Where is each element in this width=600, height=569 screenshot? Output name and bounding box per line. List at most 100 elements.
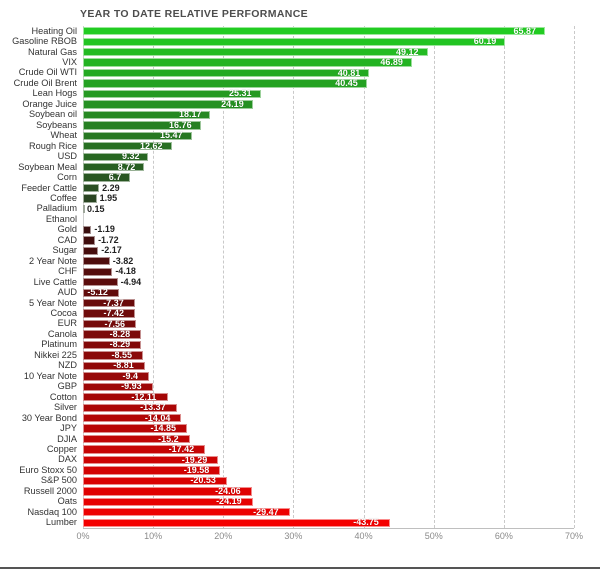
bar [83,68,370,78]
bar-value-label: 18.17 [178,109,202,120]
category-label: Gasoline RBOB [12,36,77,47]
category-label: JPY [60,423,77,434]
bar-value-label: -9.4 [122,370,139,381]
category-label: Canola [47,328,77,339]
bar-value-label: 49.12 [396,46,419,57]
bar-value-label: -7.56 [104,318,126,329]
bar-value-label: 12.62 [140,140,163,151]
bar-value-label: -29.47 [253,506,279,517]
bar [83,194,97,203]
category-label: Orange Juice [22,98,77,109]
category-label: Soybeans [36,119,77,130]
category-label: CHF [58,266,77,277]
category-label: Gold [57,224,77,235]
category-axis: Heating Oil Gasoline RBOB Natural Gas VIX Cr… [0,26,81,528]
category-label: Feeder Cattle [21,182,77,193]
plot-area: 65.87 60.19 49.12 46.89 40.81 40.45 25.31 24.19… [83,26,575,528]
category-label: Silver [54,402,77,413]
bar [83,79,367,88]
x-axis-line [83,528,574,529]
bar [83,27,546,36]
plot-wrapper: Heating Oil Gasoline RBOB Natural Gas VIX Cr… [0,26,600,528]
category-label: Nasdaq 100 [27,506,77,517]
bar-value-label: -5.12 [87,287,108,298]
gridline-30 [293,26,295,528]
bar [83,518,390,527]
category-label: Sugar [52,245,77,256]
bar-value-label: -24.06 [215,485,241,496]
chart-title: YEAR TO DATE RELATIVE PERFORMANCE [80,8,308,20]
bar [83,257,110,266]
category-label: Natural Gas [27,46,77,57]
category-label: GBP [57,381,77,392]
x-tick-label: 30% [284,531,303,541]
bar-value-label: 15.47 [160,130,183,141]
category-label: Lumber [45,517,77,528]
category-label: Ethanol [45,213,77,224]
bar-value-label: 60.19 [473,36,497,47]
bar-value-label: -12.11 [131,391,157,402]
category-label: Soybean oil [28,109,77,120]
bar-value-label: 25.31 [229,88,252,99]
bar-value-label: -14.04 [144,412,171,423]
bar-value-label: 9.32 [121,151,140,162]
bar-value-label: -19.58 [183,464,210,475]
category-label: Platinum [41,339,77,350]
gridline-50 [433,26,435,528]
bar [83,173,130,182]
bar [83,382,153,391]
category-label: Lean Hogs [32,88,77,99]
gridline-70 [574,26,575,528]
category-label: 10 Year Note [23,370,77,381]
bar-value-label: 24.19 [221,98,244,109]
bar-value-label: -7.37 [103,297,124,308]
bar-value-label: -8.28 [109,329,131,340]
category-label: Rough Rice [28,140,77,151]
gridline-60 [503,26,505,528]
bar-value-label: 40.45 [335,78,358,89]
bar-value-label: -4.94 [120,276,142,287]
bar [83,183,100,193]
x-tick-label: 10% [144,531,163,541]
bar-value-label: -8.29 [109,339,131,350]
category-label: Live Cattle [33,276,77,287]
bar-value-label: -2.17 [101,245,122,256]
bar-value-label: -4.18 [115,266,136,277]
bar-value-label: -1.19 [94,224,115,235]
bar-value-label: -9.93 [121,381,142,392]
bar [83,278,118,287]
category-label: NZD [58,360,77,371]
bar [83,58,412,67]
category-label: Cotton [49,391,77,402]
category-label: Cocoa [50,308,77,318]
category-label: USD [57,151,77,162]
category-label: Russell 2000 [23,485,77,496]
category-label: EUR [57,318,77,329]
category-label: Palladium [36,203,77,214]
category-label: DAX [58,454,77,465]
category-label: 30 Year Bond [21,412,77,423]
category-label: Oats [57,496,77,507]
bar-value-label: -19.29 [181,454,208,465]
category-label: VIX [62,57,77,67]
bar-value-label: 2.29 [102,182,120,193]
bar-value-label: -1.72 [98,234,119,245]
category-label: 2 Year Note [28,255,77,266]
x-tick-label: 50% [424,531,443,541]
category-label: S&P 500 [40,475,77,486]
x-tick-label: 0% [76,531,90,541]
bar-value-label: -17.42 [168,444,195,455]
x-tick-label: 70% [564,531,584,541]
bar-value-label: -3.82 [112,255,134,266]
bar [83,372,149,381]
category-label: Heating Oil [31,25,77,36]
category-label: Nikkei 225 [34,349,77,360]
bar-value-label: 16.76 [169,119,192,130]
bar-value-label: -15.2 [158,433,179,444]
bar [83,225,92,235]
category-label: Crude Oil WTI [18,67,77,78]
x-tick-label: 60% [494,531,513,541]
bar-value-label: 8.72 [117,161,136,172]
bar-value-label: -14.85 [150,423,177,434]
category-label: AUD [57,287,77,298]
